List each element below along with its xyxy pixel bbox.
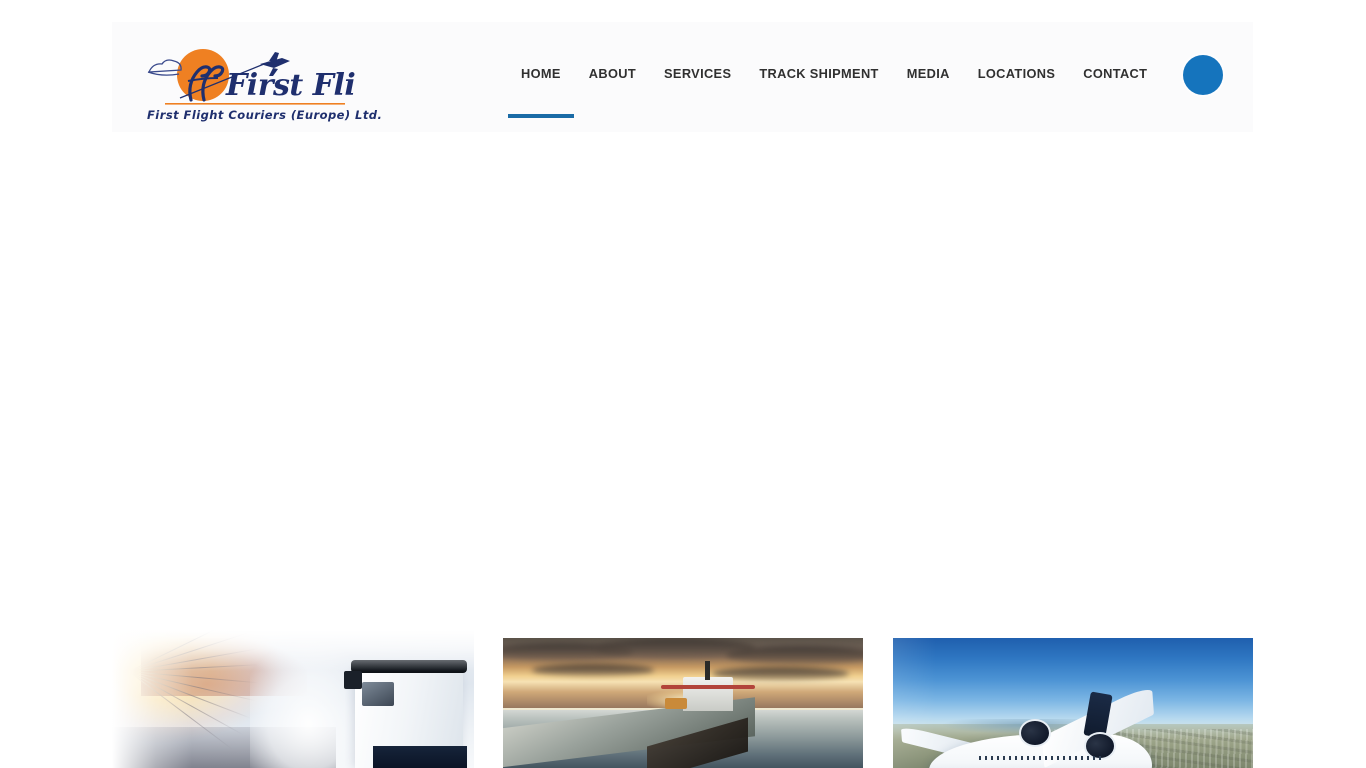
ship-superstructure [683, 677, 734, 711]
search-icon-button[interactable] [1183, 55, 1223, 95]
brand-logo[interactable]: First Flight First Flight Couriers (Euro… [141, 48, 382, 130]
nav-label: CONTACT [1083, 66, 1148, 81]
svg-text:First Flight: First Flight [225, 68, 355, 103]
nav-label: TRACK SHIPMENT [759, 66, 879, 81]
nav-item-home[interactable]: HOME [507, 60, 575, 118]
nav-item-about[interactable]: ABOUT [575, 60, 650, 82]
brand-tagline: First Flight Couriers (Europe) Ltd. [147, 108, 383, 122]
service-card-air[interactable] [893, 638, 1253, 768]
air-freight-image [893, 638, 1253, 768]
first-flight-logo-icon: First Flight [147, 49, 355, 105]
nav-label: MEDIA [906, 66, 950, 81]
nav-item-locations[interactable]: LOCATIONS [964, 60, 1070, 82]
nav-label: ABOUT [588, 66, 637, 81]
main-navigation: HOME ABOUT SERVICES TRACK SHIPMENT MEDIA… [507, 60, 1161, 118]
nav-label: HOME [521, 66, 561, 81]
nav-label: LOCATIONS [977, 66, 1056, 81]
site-header: First Flight First Flight Couriers (Euro… [112, 22, 1253, 132]
road-freight-image [112, 630, 474, 768]
service-card-road[interactable] [112, 630, 474, 768]
nav-item-contact[interactable]: CONTACT [1069, 60, 1161, 82]
nav-label: SERVICES [664, 66, 732, 81]
sea-freight-image [503, 638, 863, 768]
nav-item-media[interactable]: MEDIA [893, 60, 964, 82]
page-root: First Flight First Flight Couriers (Euro… [0, 0, 1366, 768]
hero-banner [112, 132, 1253, 635]
service-card-sea[interactable] [503, 638, 863, 768]
nav-item-track-shipment[interactable]: TRACK SHIPMENT [745, 60, 892, 82]
active-nav-indicator [508, 114, 574, 118]
nav-item-services[interactable]: SERVICES [650, 60, 745, 82]
